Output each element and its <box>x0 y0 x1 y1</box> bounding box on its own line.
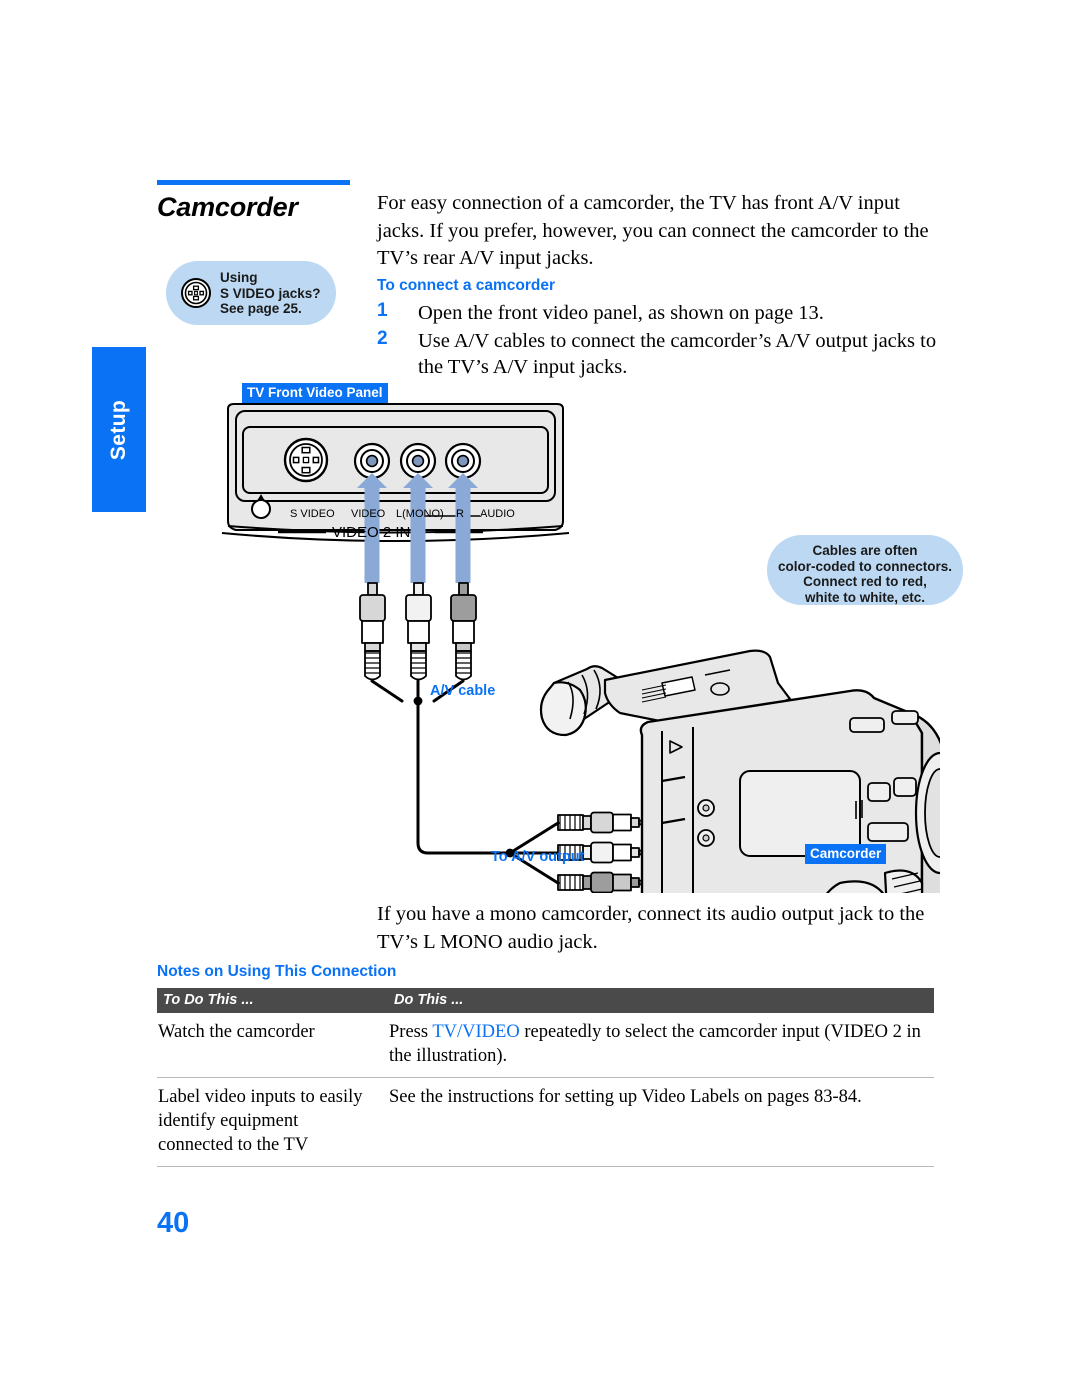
cell-to-do-this: Watch the camcorder <box>157 1013 388 1078</box>
step-number: 2 <box>377 328 388 349</box>
diagram-artwork <box>221 403 966 1034</box>
color-code-note-bubble: Cables are often color-coded to connecto… <box>767 535 963 605</box>
color-note-line-3: Connect red to red, <box>803 574 927 589</box>
jack-label-audio: AUDIO <box>480 508 515 520</box>
tip-line-2: S VIDEO jacks? <box>220 285 321 301</box>
cell-to-do-this: Label video inputs to easily identify eq… <box>157 1077 388 1167</box>
camcorder-label: Camcorder <box>805 844 887 864</box>
jack-label-r: R <box>456 508 464 520</box>
procedure-step-2: 2 Use A/V cables to connect the camcorde… <box>377 328 958 380</box>
tip-bubble: Using S VIDEO jacks? See page 25. <box>166 261 336 325</box>
action-text-pre: See the instructions for setting up Vide… <box>389 1087 862 1107</box>
table-row: Watch the camcorder Press TV/VIDEO repea… <box>157 1013 934 1078</box>
color-note-line-2: color-coded to connectors. <box>777 558 953 574</box>
procedure-step-1: 1 Open the front video panel, as shown o… <box>377 300 958 326</box>
cell-do-this: Press TV/VIDEO repeatedly to select the … <box>388 1013 934 1078</box>
mono-camcorder-note: If you have a mono camcorder, connect it… <box>377 903 925 953</box>
action-text-highlight: TV/VIDEO <box>432 1022 520 1042</box>
panel-caption-video-2-in: VIDEO 2 IN <box>332 524 411 541</box>
cable-junction-top <box>413 696 423 706</box>
cell-do-this: See the instructions for setting up Vide… <box>388 1077 934 1167</box>
tv-front-panel-illustration <box>221 403 570 542</box>
jack-label-s-video: S VIDEO <box>290 508 335 520</box>
notes-table: To Do This ... Do This ... Watch the cam… <box>157 988 934 1167</box>
step-text: Open the front video panel, as shown on … <box>418 302 824 324</box>
heading-rule <box>157 180 350 185</box>
manual-page: Setup Camcorder Using S VIDEO jacks? See… <box>0 0 1080 1397</box>
jack-label-video: VIDEO <box>351 508 386 520</box>
av-cable-plugs-tv-side <box>359 582 477 681</box>
tv-front-video-panel-label: TV Front Video Panel <box>242 383 388 403</box>
s-video-jack-icon <box>180 277 212 309</box>
av-cable-label: A/V cable <box>430 683 496 699</box>
connection-diagram: TV Front Video Panel Cables are often co… <box>150 383 966 1034</box>
color-note-line-4: white to white, etc. <box>804 589 925 605</box>
step-number: 1 <box>377 300 388 321</box>
procedure-subhead: To connect a camcorder <box>377 277 556 294</box>
table-row: Label video inputs to easily identify eq… <box>157 1077 934 1167</box>
intro-paragraph: For easy connection of a camcorder, the … <box>377 192 929 269</box>
tip-line-3: See page 25. <box>220 301 302 317</box>
step-text: Use A/V cables to connect the camcorder’… <box>418 330 937 378</box>
column-header-do-this: Do This ... <box>388 988 934 1013</box>
column-header-to-do-this: To Do This ... <box>157 988 388 1013</box>
section-tab-setup: Setup <box>92 347 146 512</box>
table-header-row: To Do This ... Do This ... <box>157 988 934 1013</box>
to-av-output-label: To A/V output <box>491 849 585 865</box>
color-note-line-1: Cables are often <box>812 543 918 558</box>
action-text-pre: Press <box>389 1022 433 1042</box>
section-tab-label: Setup <box>107 399 130 460</box>
notes-title: Notes on Using This Connection <box>157 963 397 980</box>
page-title: Camcorder <box>157 192 298 222</box>
tip-line-1: Using <box>220 270 258 285</box>
jack-label-l-mono: L(MONO) <box>396 508 444 520</box>
tip-bubble-text: Using S VIDEO jacks? See page 25. <box>220 270 321 317</box>
page-number: 40 <box>157 1207 190 1239</box>
